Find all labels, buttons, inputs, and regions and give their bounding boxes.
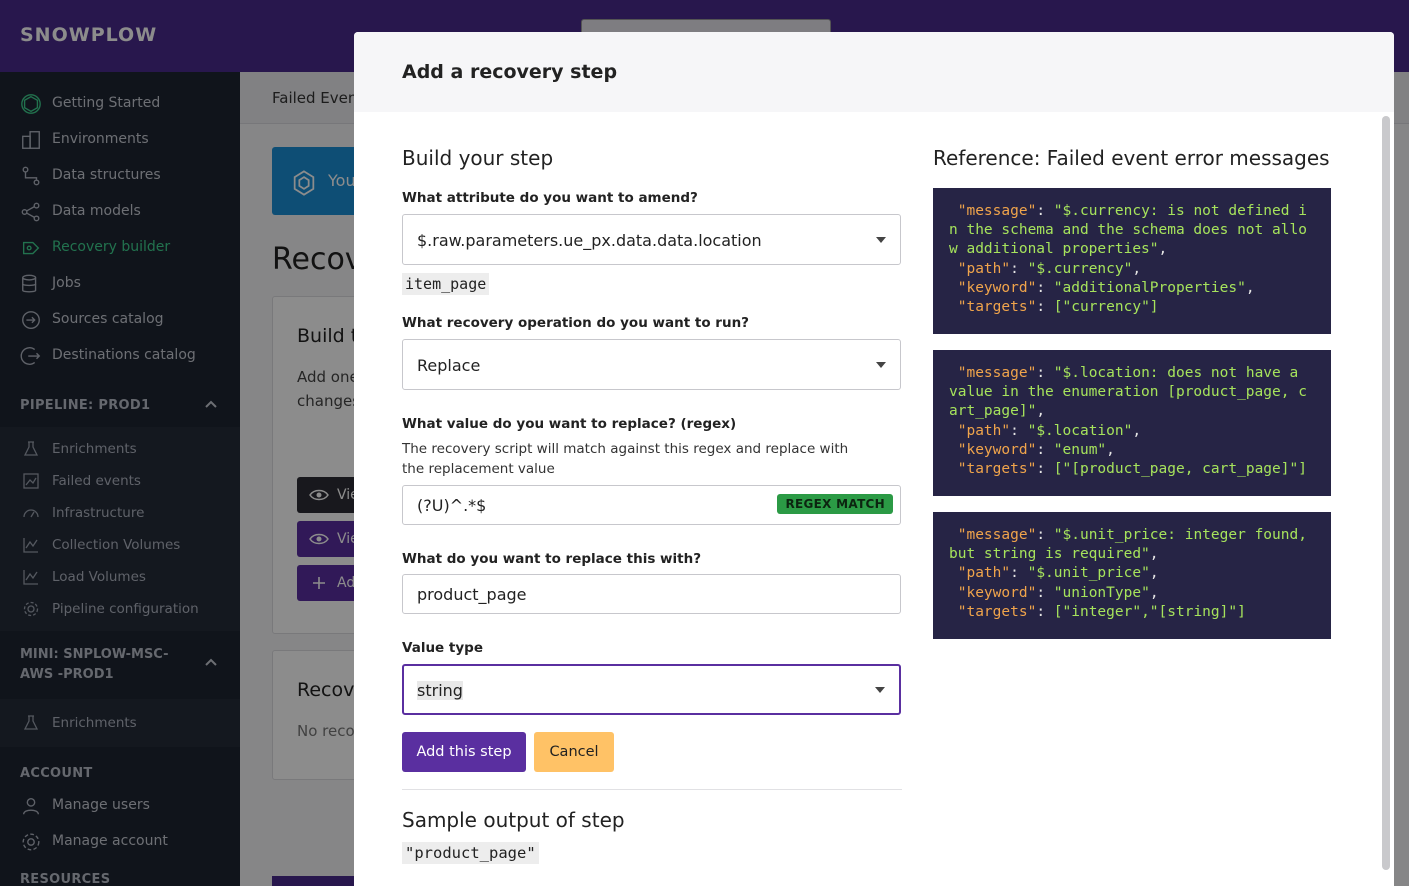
caret-down-icon: [876, 237, 886, 243]
divider: [402, 789, 902, 790]
reference-heading: Reference: Failed event error messages: [933, 146, 1330, 170]
replace-label: What do you want to replace this with?: [402, 551, 702, 567]
sample-output-value: "product_page": [402, 842, 539, 864]
caret-down-icon: [876, 362, 886, 368]
add-recovery-step-modal: Add a recovery step Build your step What…: [354, 32, 1394, 886]
error-message-panel: "message": "$.currency: is not defined i…: [933, 188, 1331, 334]
regex-description: The recovery script will match against t…: [402, 441, 849, 477]
regex-match-badge: REGEX MATCH: [777, 494, 893, 514]
sample-output-heading: Sample output of step: [402, 808, 625, 832]
error-message-panel: "message": "$.location: does not have a …: [933, 350, 1331, 496]
attribute-label: What attribute do you want to amend?: [402, 190, 698, 206]
error-message-panel: "message": "$.unit_price: integer found,…: [933, 512, 1331, 639]
cancel-button[interactable]: Cancel: [534, 732, 614, 772]
add-this-step-button[interactable]: Add this step: [402, 732, 526, 772]
operation-label: What recovery operation do you want to r…: [402, 315, 750, 331]
value-type-select[interactable]: string: [402, 664, 901, 715]
modal-scrollbar[interactable]: [1382, 116, 1390, 870]
modal-header: Add a recovery step: [354, 32, 1394, 112]
regex-label: What value do you want to replace? (rege…: [402, 416, 737, 432]
caret-down-icon: [875, 687, 885, 693]
modal-title: Add a recovery step: [402, 61, 618, 83]
attribute-select[interactable]: $.raw.parameters.ue_px.data.data.locatio…: [402, 214, 901, 265]
replace-input[interactable]: product_page: [402, 574, 901, 614]
attribute-sample-chip: item_page: [402, 273, 490, 295]
value-type-label: Value type: [402, 640, 483, 656]
operation-select[interactable]: Replace: [402, 339, 901, 390]
build-heading: Build your step: [402, 146, 554, 170]
regex-input[interactable]: (?U)^.*$ REGEX MATCH: [402, 485, 901, 525]
